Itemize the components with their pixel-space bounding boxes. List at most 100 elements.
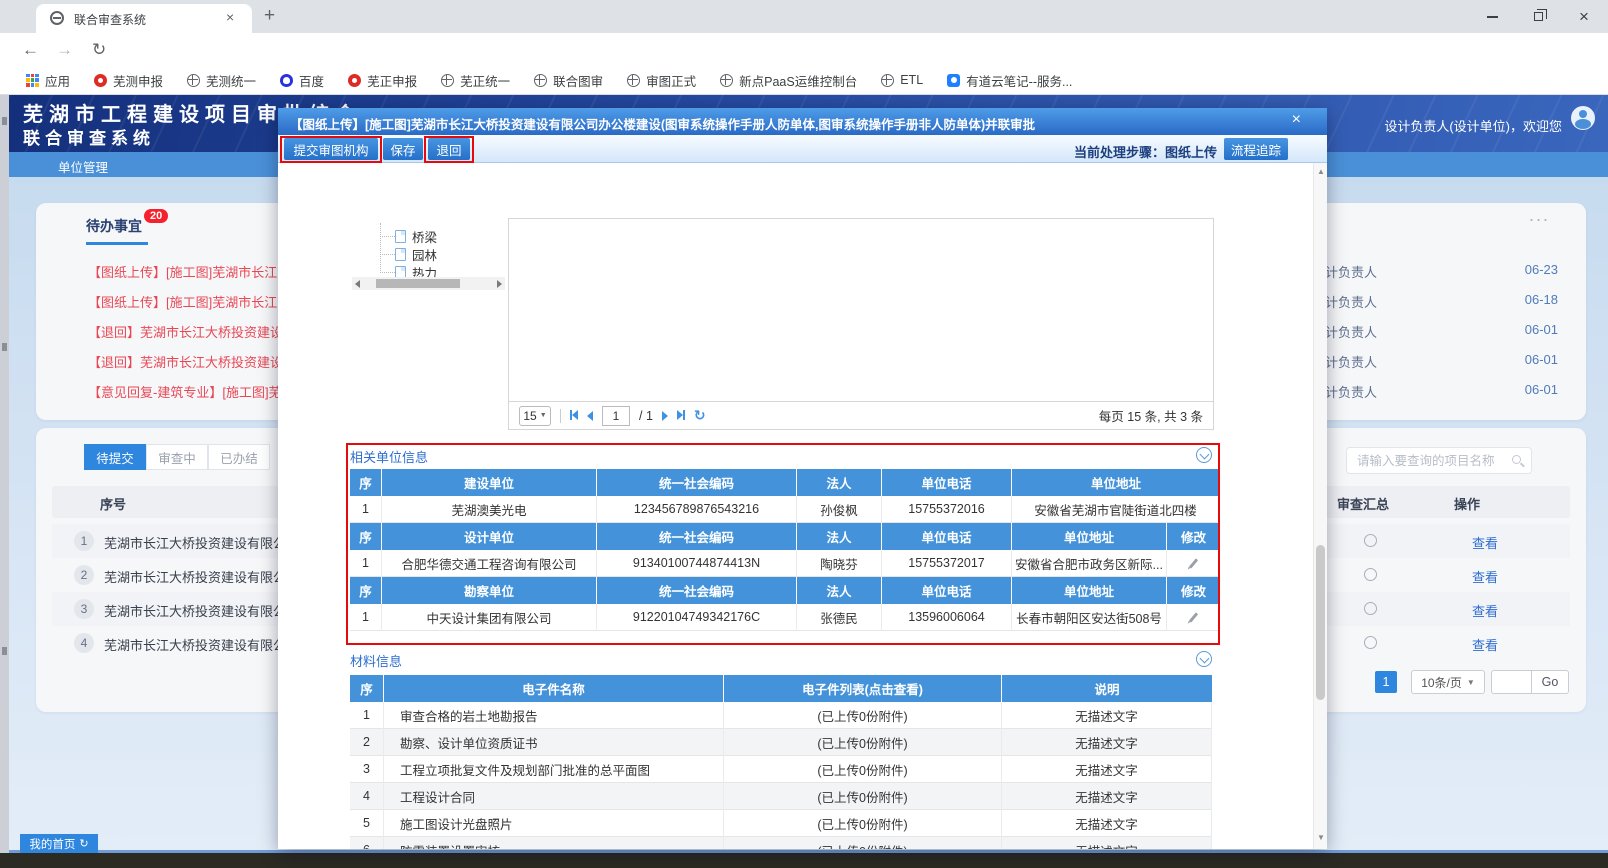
column-seq: 序号 bbox=[100, 494, 126, 513]
more-icon[interactable]: ... bbox=[1529, 205, 1550, 226]
window-minimize-button[interactable] bbox=[1469, 0, 1515, 33]
page-total: / 1 bbox=[639, 409, 653, 423]
last-page-button[interactable] bbox=[677, 407, 685, 425]
submit-review-button[interactable]: 提交审图机构 bbox=[284, 138, 378, 160]
attachment-link[interactable]: (已上传0份附件) bbox=[724, 810, 1002, 837]
nav-item-unit-management[interactable]: 单位管理 bbox=[58, 157, 108, 176]
forward-icon[interactable]: → bbox=[56, 40, 73, 60]
attachment-link[interactable]: (已上传0份附件) bbox=[724, 783, 1002, 810]
site-title-line2: 联合审查系统 bbox=[23, 124, 155, 149]
user-avatar[interactable] bbox=[1571, 106, 1595, 130]
minimize-icon bbox=[1487, 16, 1498, 18]
bookmark-item[interactable]: 审图正式 bbox=[627, 71, 696, 90]
tab-todo[interactable]: 待办事宜 bbox=[86, 216, 142, 236]
edit-pencil-icon[interactable] bbox=[1188, 612, 1197, 622]
units-section-title: 相关单位信息 bbox=[350, 447, 428, 466]
bookmark-item[interactable]: ETL bbox=[881, 73, 923, 87]
goto-page-input[interactable] bbox=[1492, 671, 1532, 693]
attachment-link[interactable]: (已上传0份附件) bbox=[724, 837, 1002, 849]
table-row: 6 防雷装置设置审核 (已上传0份附件) 无描述文字 bbox=[350, 837, 1212, 849]
view-link[interactable]: 查看 bbox=[1472, 533, 1498, 552]
tab-close-icon[interactable]: × bbox=[226, 9, 234, 25]
dialog-close-icon[interactable]: × bbox=[1292, 112, 1301, 128]
table-row: 1 审查合格的岩土地勘报告 (已上传0份附件) 无描述文字 bbox=[350, 702, 1212, 729]
tab-underline bbox=[86, 242, 148, 245]
return-button[interactable]: 退回 bbox=[428, 138, 470, 160]
tab-completed[interactable]: 已办结 bbox=[208, 444, 270, 470]
view-link[interactable]: 查看 bbox=[1472, 635, 1498, 654]
scrollbar-thumb[interactable] bbox=[376, 279, 460, 288]
bookmark-item[interactable]: 芜测申报 bbox=[94, 71, 163, 90]
tree-node[interactable]: 园林 bbox=[380, 245, 437, 263]
pager-summary: 每页 15 条, 共 3 条 bbox=[1099, 406, 1203, 425]
new-tab-button[interactable]: + bbox=[264, 5, 275, 27]
browser-titlebar: 联合审查系统 × + × bbox=[0, 0, 1608, 33]
view-link[interactable]: 查看 bbox=[1472, 601, 1498, 620]
refresh-icon[interactable]: ↻ bbox=[79, 837, 88, 850]
red-site-icon bbox=[94, 74, 107, 87]
grid-page-size-select[interactable]: 15▼ bbox=[519, 406, 551, 426]
prev-page-button[interactable] bbox=[587, 411, 593, 421]
reload-icon[interactable]: ↻ bbox=[92, 40, 106, 60]
dialog-vertical-scrollbar[interactable]: ▲ ▼ bbox=[1313, 163, 1327, 849]
scroll-down-icon[interactable]: ▼ bbox=[1317, 833, 1325, 842]
review-status-icon bbox=[1364, 602, 1377, 615]
tab-pending-submit[interactable]: 待提交 bbox=[84, 444, 146, 470]
process-trace-button[interactable]: 流程追踪 bbox=[1224, 138, 1288, 160]
edit-cell[interactable] bbox=[1167, 604, 1220, 631]
grid-page-input[interactable]: 1 bbox=[602, 406, 630, 426]
todo-date: 06-01 bbox=[1525, 322, 1558, 337]
todo-date: 06-23 bbox=[1525, 262, 1558, 277]
browser-tab[interactable]: 联合审查系统 × bbox=[36, 4, 252, 33]
page-size-select[interactable]: 10条/页▼ bbox=[1411, 670, 1485, 694]
dialog-content: 桥梁 园林 热力 15▼ 1 / 1 bbox=[278, 163, 1327, 849]
todo-count-badge: 20 bbox=[144, 209, 168, 223]
row-number: 4 bbox=[74, 633, 94, 653]
attachment-link[interactable]: (已上传0份附件) bbox=[724, 756, 1002, 783]
attachment-link[interactable]: (已上传0份附件) bbox=[724, 702, 1002, 729]
scroll-left-icon[interactable] bbox=[355, 280, 360, 288]
view-link[interactable]: 查看 bbox=[1472, 567, 1498, 586]
red-site-icon bbox=[348, 74, 361, 87]
bookmark-item[interactable]: 百度 bbox=[280, 71, 324, 90]
scrollbar-thumb[interactable] bbox=[1316, 545, 1325, 700]
collapse-chevron-icon[interactable] bbox=[1196, 447, 1212, 463]
bookmark-item[interactable]: 新点PaaS运维控制台 bbox=[720, 71, 857, 90]
review-status-icon bbox=[1364, 636, 1377, 649]
attachment-link[interactable]: (已上传0份附件) bbox=[724, 729, 1002, 756]
page-number-button[interactable]: 1 bbox=[1375, 671, 1397, 693]
table-row: 3 工程立项批复文件及规划部门批准的总平面图 (已上传0份附件) 无描述文字 bbox=[350, 756, 1212, 783]
search-input[interactable] bbox=[1357, 449, 1502, 472]
tab-under-review[interactable]: 审查中 bbox=[146, 444, 208, 470]
bookmark-apps[interactable]: 应用 bbox=[26, 71, 70, 90]
todo-date: 06-01 bbox=[1525, 382, 1558, 397]
scroll-right-icon[interactable] bbox=[497, 280, 502, 288]
go-button[interactable]: Go bbox=[1532, 671, 1568, 693]
back-icon[interactable]: ← bbox=[22, 40, 39, 60]
globe-icon bbox=[187, 74, 200, 87]
home-page-tab[interactable]: 我的首页↻ bbox=[20, 834, 98, 853]
tree-horizontal-scrollbar[interactable] bbox=[352, 277, 505, 290]
window-close-button[interactable]: × bbox=[1561, 0, 1607, 33]
bookmark-item[interactable]: 联合图审 bbox=[534, 71, 603, 90]
save-button[interactable]: 保存 bbox=[383, 138, 423, 160]
bookmark-item[interactable]: 芜正申报 bbox=[348, 71, 417, 90]
window-restore-button[interactable] bbox=[1515, 0, 1561, 33]
row-number: 1 bbox=[74, 531, 94, 551]
first-page-button[interactable] bbox=[570, 407, 578, 425]
refresh-icon[interactable]: ↻ bbox=[694, 407, 706, 424]
next-page-button[interactable] bbox=[662, 411, 668, 421]
table-row: 1 中天设计集团有限公司 91220104749342176C 张德民 1359… bbox=[350, 604, 1220, 631]
user-greeting: 设计负责人(设计单位)，欢迎您 bbox=[1384, 116, 1562, 135]
scroll-up-icon[interactable]: ▲ bbox=[1317, 167, 1325, 176]
drawing-grid-panel: 15▼ 1 / 1 ↻ 每页 15 条, 共 3 条 bbox=[508, 218, 1214, 430]
table-header-row: 序 设计单位 统一社会编码 法人 单位电话 单位地址 修改 bbox=[350, 523, 1220, 550]
bookmark-item[interactable]: 芜测统一 bbox=[187, 71, 256, 90]
bookmark-item[interactable]: 有道云笔记--服务... bbox=[947, 71, 1072, 90]
edit-cell[interactable] bbox=[1167, 550, 1220, 577]
tree-node[interactable]: 桥梁 bbox=[380, 227, 437, 245]
bookmark-item[interactable]: 芜正统一 bbox=[441, 71, 510, 90]
edit-pencil-icon[interactable] bbox=[1188, 558, 1197, 568]
collapse-chevron-icon[interactable] bbox=[1196, 651, 1212, 667]
project-search[interactable] bbox=[1346, 447, 1532, 474]
